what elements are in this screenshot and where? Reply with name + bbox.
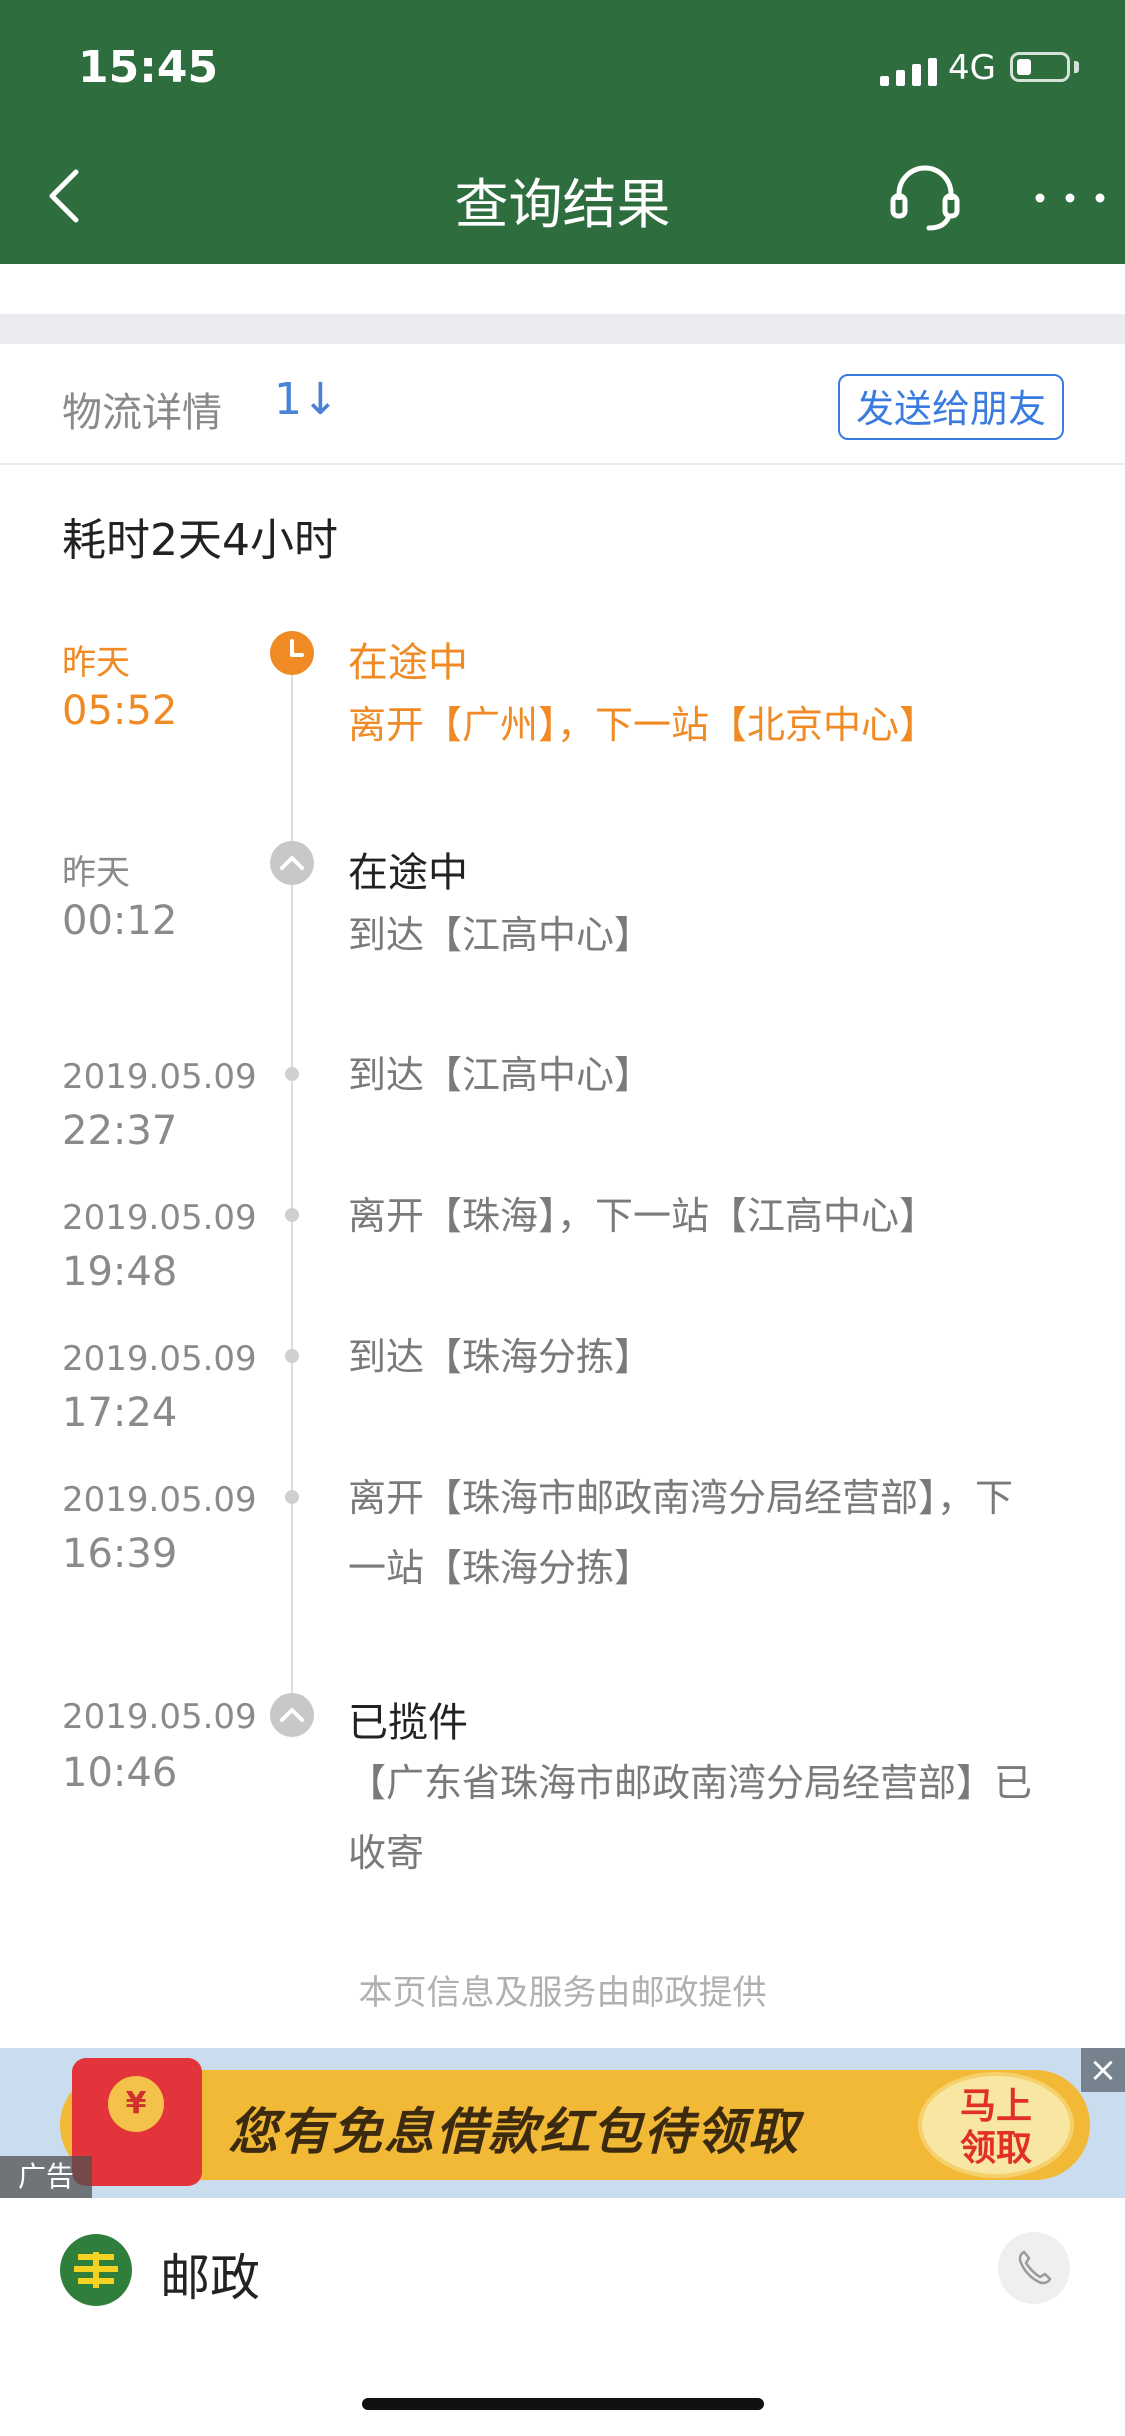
timeline-time: 00:12 <box>62 898 178 944</box>
ad-cta-line2: 领取 <box>959 2128 1032 2169</box>
timeline-desc: 到达【珠海分拣】 <box>348 1335 653 1379</box>
battery-icon <box>1010 52 1070 82</box>
timeline-desc: 到达【江高中心】 <box>348 1053 653 1097</box>
china-post-logo-icon <box>60 2234 132 2306</box>
chevron-up-icon <box>270 1693 314 1737</box>
duration-summary: 耗时2天4小时 <box>62 515 338 566</box>
status-time: 15:45 <box>78 42 219 93</box>
more-icon[interactable] <box>1020 168 1120 228</box>
company-name: 邮政 <box>160 2249 260 2307</box>
battery-tip <box>1074 61 1079 73</box>
top-strip <box>0 264 1125 314</box>
section-title: 物流详情 <box>62 390 222 436</box>
timeline-date: 2019.05.09 <box>62 1057 257 1097</box>
timeline-time: 19:48 <box>62 1249 178 1295</box>
timeline-dot <box>285 1490 299 1504</box>
close-icon[interactable]: × <box>1081 2048 1125 2092</box>
timeline-time: 17:24 <box>62 1390 178 1436</box>
timeline-date: 2019.05.09 <box>62 1697 257 1737</box>
timeline-status: 在途中 <box>348 640 468 686</box>
timeline-date: 2019.05.09 <box>62 1480 257 1520</box>
timeline-date: 昨天 <box>62 643 130 683</box>
chevron-up-icon <box>270 841 314 885</box>
timeline-time: 05:52 <box>62 688 178 734</box>
ad-cta-line1: 马上 <box>959 2086 1032 2127</box>
timeline-status: 在途中 <box>348 850 468 896</box>
timeline-dot <box>285 1067 299 1081</box>
timeline-desc: 【广东省珠海市邮政南湾分局经营部】已收寄 <box>348 1761 1033 1875</box>
timeline-dot <box>285 1349 299 1363</box>
coin-icon: ¥ <box>108 2076 164 2132</box>
divider <box>0 463 1125 465</box>
timeline-time: 16:39 <box>62 1531 178 1577</box>
ad-cta-button[interactable]: 马上 领取 <box>918 2072 1074 2178</box>
provider-note: 本页信息及服务由邮政提供 <box>358 1973 767 2013</box>
timeline-desc: 离开【珠海】，下一站【江高中心】 <box>348 1194 938 1238</box>
clock-icon <box>270 631 314 675</box>
send-to-friend-button[interactable]: 发送给朋友 <box>838 374 1064 440</box>
signal-icon <box>880 56 938 86</box>
timeline-desc: 离开【广州】，下一站【北京中心】 <box>348 703 938 747</box>
timeline-time: 22:37 <box>62 1108 178 1154</box>
ad-text: 您有免息借款红包待领取 <box>228 2103 800 2161</box>
timeline-dot <box>285 1208 299 1222</box>
phone-icon[interactable] <box>998 2232 1070 2304</box>
customer-service-icon[interactable] <box>885 156 965 236</box>
timeline-desc: 到达【江高中心】 <box>348 913 653 957</box>
timeline-line <box>291 660 293 1700</box>
sort-toggle[interactable]: 1↓ <box>274 374 339 425</box>
home-indicator <box>362 2398 764 2410</box>
network-type: 4G <box>948 48 996 88</box>
timeline-time: 10:46 <box>62 1750 178 1796</box>
ad-banner[interactable]: ¥ 您有免息借款红包待领取 马上 领取 <box>0 2048 1125 2198</box>
timeline-status: 已揽件 <box>348 1700 468 1746</box>
ad-label: 广告 <box>0 2156 92 2198</box>
timeline-desc: 离开【珠海市邮政南湾分局经营部】，下一站【珠海分拣】 <box>348 1476 1014 1590</box>
section-gap <box>0 314 1125 344</box>
timeline-date: 昨天 <box>62 853 130 893</box>
timeline-date: 2019.05.09 <box>62 1198 257 1238</box>
timeline-date: 2019.05.09 <box>62 1339 257 1379</box>
